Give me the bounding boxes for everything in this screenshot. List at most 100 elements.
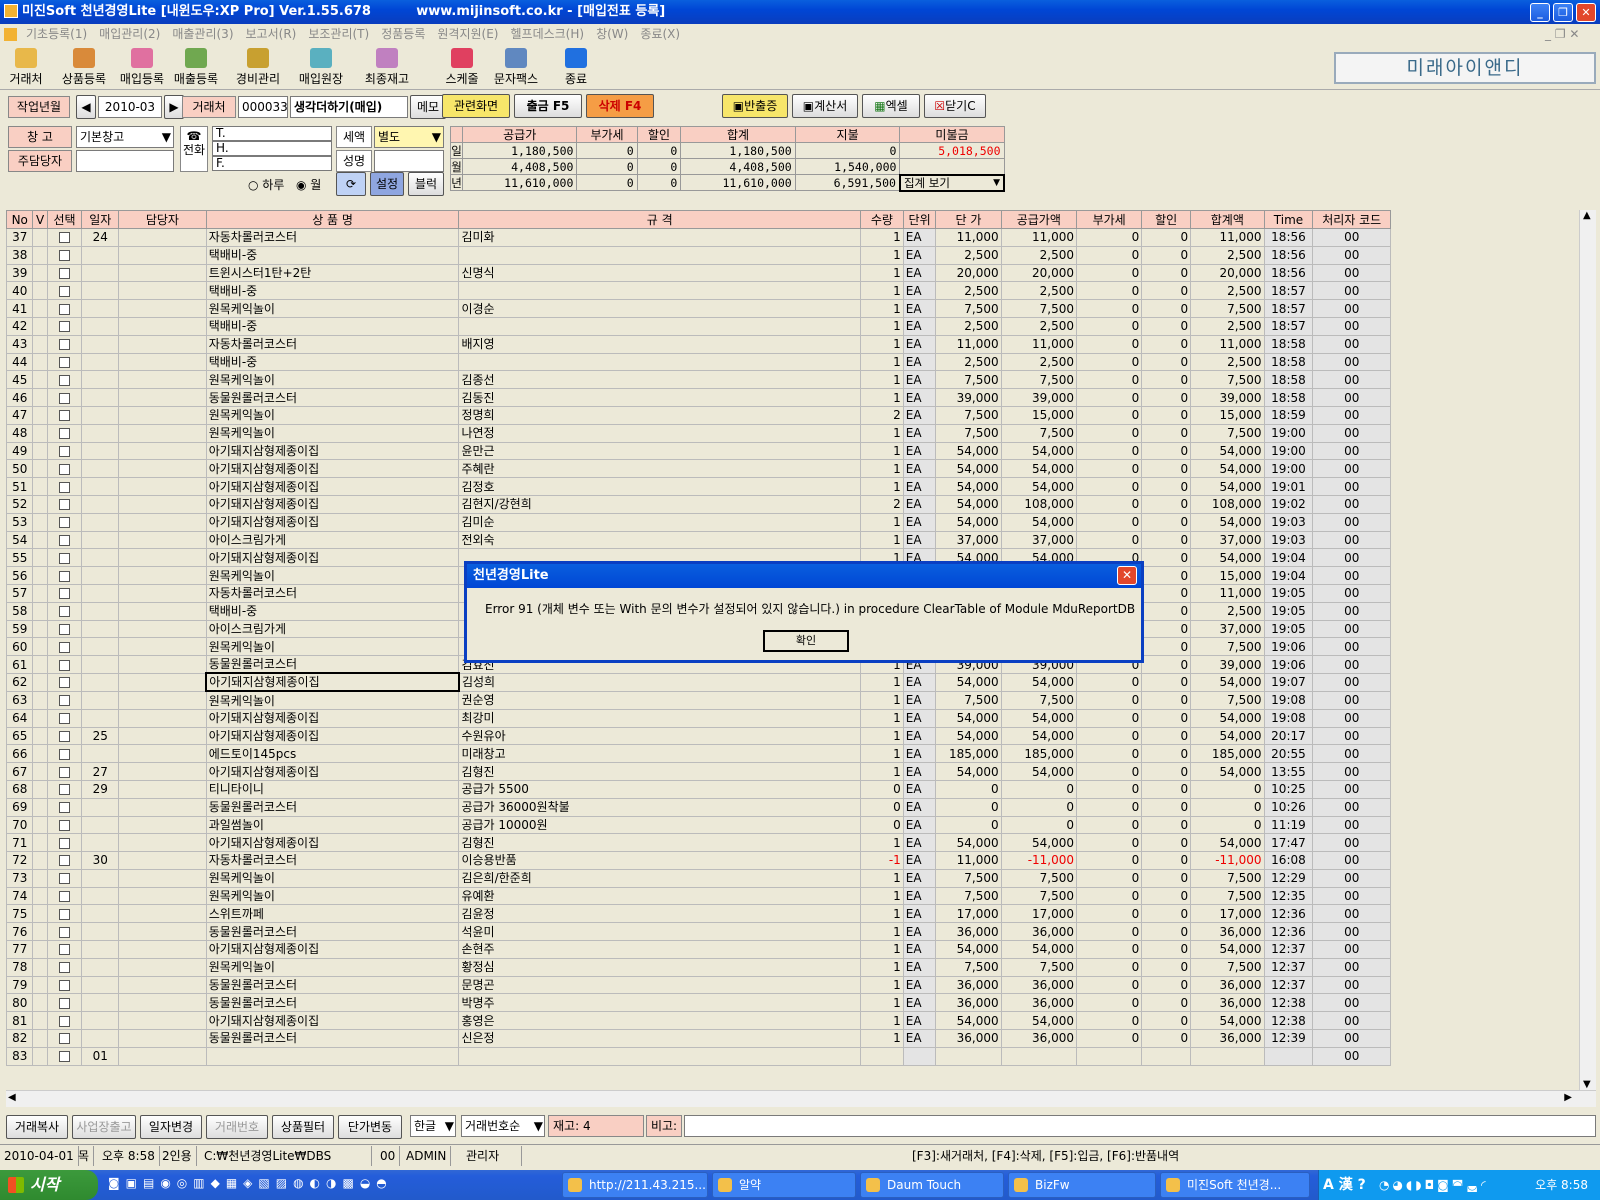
table-row[interactable]: 53 아기돼지삼형제종이집 김미순 1 EA 54,000 54,000 0 0 54,000 19… xyxy=(5,512,1391,532)
menu-item[interactable]: 보고서(R) xyxy=(246,27,297,41)
manager-cell[interactable] xyxy=(118,1011,207,1031)
spec-cell[interactable]: 공급가 10000원 xyxy=(458,815,861,835)
qty-cell[interactable]: 1 xyxy=(859,690,904,710)
select-cell[interactable] xyxy=(46,797,83,817)
row-checkbox[interactable] xyxy=(59,463,71,475)
refresh-button[interactable]: ⟳ xyxy=(336,172,366,196)
row-checkbox[interactable] xyxy=(59,552,71,564)
app-menu-icon[interactable] xyxy=(4,28,17,41)
row-checkbox[interactable] xyxy=(59,730,71,742)
column-header[interactable]: 일자 xyxy=(81,210,120,229)
qty-cell[interactable]: 1 xyxy=(859,726,904,746)
return-slip-button[interactable]: ▣반출증 xyxy=(722,94,788,118)
column-header[interactable]: 규 격 xyxy=(458,210,861,229)
price-cell[interactable]: 36,000 xyxy=(935,1029,1002,1048)
select-cell[interactable] xyxy=(46,975,83,995)
column-header[interactable]: V xyxy=(32,210,48,229)
taskbar-item-2[interactable]: Daum Touch xyxy=(860,1172,1004,1198)
product-cell[interactable]: 원목케익놀이 xyxy=(205,405,460,425)
spec-cell[interactable]: 김윤정 xyxy=(458,904,861,924)
spec-cell[interactable]: 김종선 xyxy=(458,370,861,390)
product-cell[interactable]: 동물원롤러코스터 xyxy=(205,388,460,407)
toolbar-button-3[interactable]: 매출등록 xyxy=(170,48,222,88)
manager-cell[interactable] xyxy=(118,779,207,799)
row-checkbox[interactable] xyxy=(59,748,71,760)
select-cell[interactable] xyxy=(46,334,83,354)
price-cell[interactable]: 54,000 xyxy=(935,833,1002,853)
tel-field[interactable]: T. xyxy=(212,126,332,141)
warehouse-select[interactable]: 기본창고 ▼ xyxy=(76,126,174,148)
select-cell[interactable] xyxy=(46,281,83,301)
manager-cell[interactable] xyxy=(118,904,207,924)
product-cell[interactable]: 원목케익놀이 xyxy=(205,868,460,888)
table-row[interactable]: 62 아기돼지삼형제종이집 김성희 1 EA 54,000 54,000 0 0 54,000 19… xyxy=(5,672,1391,693)
table-row[interactable]: 51 아기돼지삼형제종이집 김정호 1 EA 54,000 54,000 0 0 54,000 19… xyxy=(5,477,1391,496)
table-row[interactable]: 54 아이스크림가게 전외숙 1 EA 37,000 37,000 0 0 37,000 19:03… xyxy=(5,530,1391,550)
price-cell[interactable]: 2,500 xyxy=(935,316,1002,336)
qty-cell[interactable]: 1 xyxy=(859,370,904,390)
qty-cell[interactable]: 0 xyxy=(859,815,904,835)
spec-cell[interactable] xyxy=(458,352,861,372)
table-row[interactable]: 71 아기돼지삼형제종이집 김형진 1 EA 54,000 54,000 0 0 54,000 17… xyxy=(5,833,1391,853)
manager-cell[interactable] xyxy=(118,993,207,1013)
mobile-field[interactable]: H. xyxy=(212,141,332,156)
table-row[interactable]: 78 원목케익놀이 황정심 1 EA 7,500 7,500 0 0 7,500 12:37 00 xyxy=(5,957,1391,977)
manager-cell[interactable] xyxy=(118,530,207,550)
row-checkbox[interactable] xyxy=(59,392,71,404)
row-checkbox[interactable] xyxy=(59,695,71,707)
lang-select[interactable]: 한글 ▼ xyxy=(410,1115,456,1137)
column-header[interactable]: 담당자 xyxy=(118,210,207,229)
manager-cell[interactable] xyxy=(118,352,207,372)
scroll-down-icon[interactable]: ▼ xyxy=(1583,1079,1591,1090)
select-cell[interactable] xyxy=(46,744,83,764)
toolbar-button-5[interactable]: 매입원장 xyxy=(292,48,350,88)
tax-select[interactable]: 별도 ▼ xyxy=(374,126,444,148)
close-form-button[interactable]: ☒닫기C xyxy=(924,94,986,118)
select-cell[interactable] xyxy=(46,672,83,692)
price-cell[interactable]: 54,000 xyxy=(935,494,1002,514)
product-cell[interactable]: 동물원롤러코스터 xyxy=(205,797,460,817)
select-cell[interactable] xyxy=(46,263,83,283)
select-cell[interactable] xyxy=(46,904,83,924)
manager-cell[interactable] xyxy=(118,886,207,906)
manager-field[interactable] xyxy=(76,150,174,172)
manager-cell[interactable] xyxy=(118,619,207,639)
select-cell[interactable] xyxy=(46,548,83,568)
manager-cell[interactable] xyxy=(118,744,207,764)
dialog-ok-button[interactable]: 확인 xyxy=(763,630,849,652)
price-cell[interactable]: 2,500 xyxy=(935,281,1002,301)
select-cell[interactable] xyxy=(46,245,83,265)
excel-button[interactable]: ▦엑셀 xyxy=(862,94,920,118)
price-cell[interactable]: 17,000 xyxy=(935,904,1002,924)
spec-cell[interactable]: 김형진 xyxy=(458,833,861,853)
spec-cell[interactable]: 김미화 xyxy=(458,228,861,247)
taskbar-item-0[interactable]: http://211.43.215.... xyxy=(562,1172,708,1198)
table-row[interactable]: 68 29 티니타이니 공급가 5500 0 EA 0 0 0 0 0 10:25 00 xyxy=(5,779,1391,799)
qty-cell[interactable]: 1 xyxy=(859,744,904,764)
bottom-button-1[interactable]: 사업장출고 xyxy=(72,1115,136,1139)
table-row[interactable]: 48 원목케익놀이 나연정 1 EA 7,500 7,500 0 0 7,500 19:00 00 xyxy=(5,423,1391,443)
product-cell[interactable]: 아기돼지삼형제종이집 xyxy=(205,833,460,853)
product-cell[interactable]: 아기돼지삼형제종이집 xyxy=(205,940,460,959)
price-cell[interactable]: 7,500 xyxy=(935,886,1002,906)
price-cell[interactable]: 37,000 xyxy=(935,530,1002,550)
table-row[interactable]: 47 원목케익놀이 정명희 2 EA 7,500 15,000 0 0 15,000 18:59 00 xyxy=(5,405,1391,425)
vendor-code-field[interactable]: 000033 xyxy=(238,96,288,118)
mdi-controls[interactable]: _ ❐ ✕ xyxy=(1545,24,1579,44)
spec-cell[interactable]: 김성희 xyxy=(458,672,861,692)
column-header[interactable]: 선택 xyxy=(46,210,83,229)
price-cell[interactable]: 54,000 xyxy=(935,672,1002,692)
scroll-right-icon[interactable]: ▶ xyxy=(1564,1092,1572,1103)
dialog-close-button[interactable]: ✕ xyxy=(1117,566,1137,585)
manager-cell[interactable] xyxy=(118,281,207,301)
column-header[interactable]: 단 가 xyxy=(935,210,1002,229)
qty-cell[interactable] xyxy=(859,1046,904,1066)
price-cell[interactable]: 36,000 xyxy=(935,975,1002,995)
withdraw-button[interactable]: 출금 F5 xyxy=(514,94,582,118)
row-checkbox[interactable] xyxy=(59,802,71,814)
table-row[interactable]: 74 원목케익놀이 유예환 1 EA 7,500 7,500 0 0 7,500 12:35 00 xyxy=(5,886,1391,906)
select-cell[interactable] xyxy=(46,726,83,746)
qty-cell[interactable]: 1 xyxy=(859,993,904,1013)
qty-cell[interactable]: 1 xyxy=(859,512,904,532)
column-header[interactable]: 단위 xyxy=(902,210,937,229)
